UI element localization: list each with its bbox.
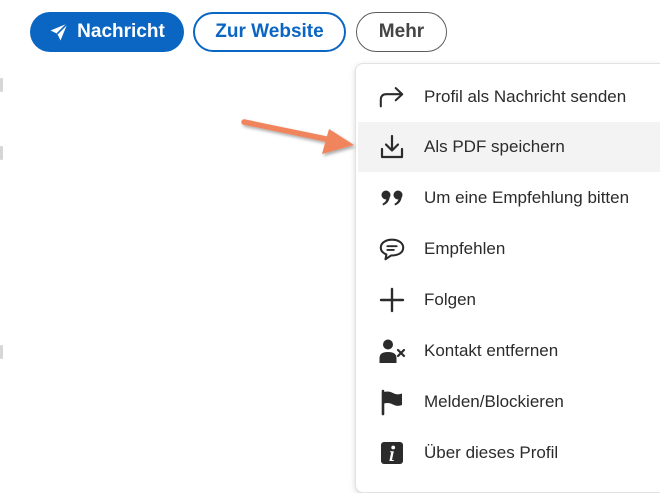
menu-item-label: Kontakt entfernen — [424, 341, 559, 360]
visit-website-button-label: Zur Website — [215, 21, 324, 42]
menu-item-save-pdf[interactable]: Als PDF speichern — [358, 122, 660, 172]
menu-item-send-profile[interactable]: Profil als Nachricht senden — [358, 72, 660, 122]
menu-item-label: Um eine Empfehlung bitten — [424, 188, 630, 207]
annotation-arrow-icon — [241, 119, 354, 154]
menu-item-label: Über dieses Profil — [424, 443, 559, 462]
visit-website-button[interactable]: Zur Website — [193, 12, 346, 52]
more-button[interactable]: Mehr — [356, 12, 447, 52]
menu-item-label: Folgen — [424, 290, 476, 309]
background-edge-mark — [0, 345, 3, 359]
share-arrow-icon — [378, 83, 406, 111]
paper-plane-icon — [49, 22, 69, 42]
menu-item-label: Profil als Nachricht senden — [424, 87, 627, 106]
background-edge-mark — [0, 78, 3, 92]
flag-icon — [378, 388, 406, 416]
menu-item-label: Melden/Blockieren — [424, 392, 564, 411]
menu-item-follow[interactable]: Folgen — [358, 275, 660, 325]
menu-item-report-block[interactable]: Melden/Blockieren — [358, 377, 660, 427]
menu-item-label: Als PDF speichern — [424, 137, 565, 156]
download-icon — [378, 133, 406, 161]
more-dropdown-menu: Profil als Nachricht senden Als PDF spei… — [355, 63, 660, 493]
menu-item-remove-contact[interactable]: Kontakt entfernen — [358, 326, 660, 376]
menu-item-label: Empfehlen — [424, 239, 506, 258]
quote-icon — [378, 184, 406, 212]
info-icon — [378, 439, 406, 467]
background-edge-mark — [0, 146, 3, 160]
remove-contact-icon — [378, 337, 406, 365]
message-button[interactable]: Nachricht — [30, 12, 184, 52]
message-button-label: Nachricht — [77, 21, 165, 42]
plus-icon — [378, 286, 406, 314]
menu-item-recommend[interactable]: Empfehlen — [358, 224, 660, 274]
speech-bubble-icon — [378, 235, 406, 263]
more-button-label: Mehr — [378, 21, 425, 42]
menu-item-about-profile[interactable]: Über dieses Profil — [358, 428, 660, 478]
menu-item-request-recommendation[interactable]: Um eine Empfehlung bitten — [358, 173, 660, 223]
